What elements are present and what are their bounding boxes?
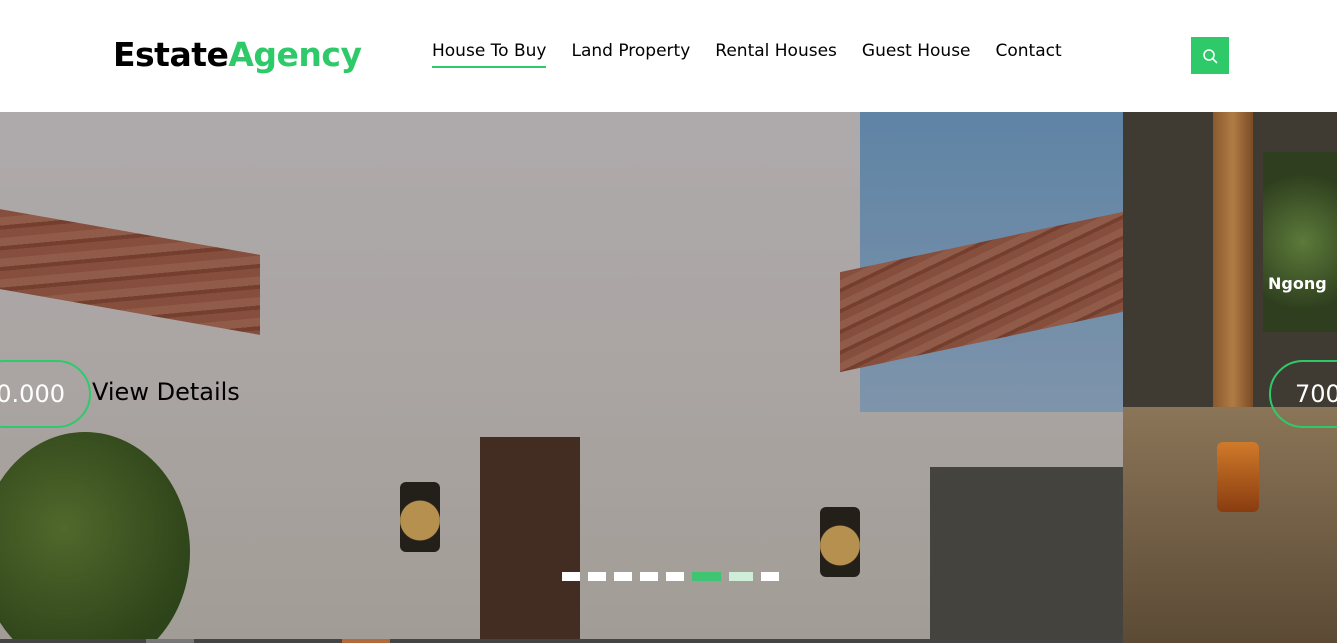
plant-photo (1263, 152, 1337, 332)
carousel-dot[interactable] (729, 572, 753, 581)
carousel-slide-current: 0.000 View Details (0, 112, 1123, 643)
next-price-value: 700 (1295, 380, 1337, 408)
brand-name-estate: Estate (113, 35, 229, 74)
wood-post-photo (1213, 112, 1253, 412)
nav-contact[interactable]: Contact (996, 38, 1062, 68)
carousel-dot[interactable] (614, 572, 632, 581)
nav-guest-house[interactable]: Guest House (862, 38, 971, 68)
carousel-dot[interactable] (666, 572, 684, 581)
price-value: 0.000 (0, 380, 65, 408)
carousel-dot[interactable] (588, 572, 606, 581)
carousel-slide-next: Ngong 700 (1123, 112, 1337, 643)
search-icon (1203, 48, 1218, 63)
brand-logo[interactable]: EstateAgency (113, 34, 362, 76)
price-badge: 0.000 (0, 360, 91, 428)
bottom-strip (0, 639, 1123, 643)
nav-land-property[interactable]: Land Property (571, 38, 690, 68)
jar-photo (1217, 442, 1259, 512)
hero-carousel: 0.000 View Details Ngong 700 (0, 112, 1337, 643)
next-price-badge: 700 (1269, 360, 1337, 428)
carousel-dot[interactable] (761, 572, 779, 581)
carousel-dots (562, 572, 779, 581)
search-button[interactable] (1191, 37, 1229, 74)
nav-rental-houses[interactable]: Rental Houses (715, 38, 837, 68)
main-navigation: House To Buy Land Property Rental Houses… (432, 38, 1087, 68)
view-details-link[interactable]: View Details (92, 377, 240, 407)
next-slide-city: Ngong (1268, 274, 1327, 293)
nav-house-to-buy[interactable]: House To Buy (432, 38, 547, 68)
site-header: EstateAgency House To Buy Land Property … (0, 0, 1337, 112)
carousel-dot[interactable] (640, 572, 658, 581)
brand-name-agency: Agency (228, 35, 362, 74)
carousel-dot-active[interactable] (692, 572, 721, 581)
carousel-dot[interactable] (562, 572, 580, 581)
